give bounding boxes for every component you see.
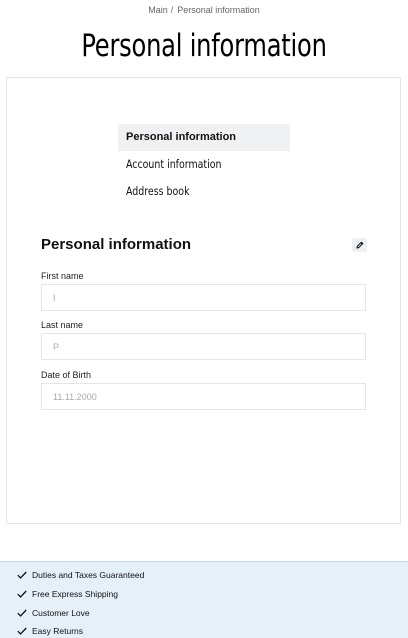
breadcrumb-separator: / (170, 5, 174, 15)
check-icon (17, 571, 27, 580)
perk-item: Customer Love (0, 603, 408, 622)
perk-label: Easy Returns (32, 626, 84, 637)
perk-item: Duties and Taxes Guaranteed (0, 566, 408, 585)
nav-item-label: Account information (126, 157, 222, 171)
first-name-field[interactable] (41, 284, 366, 311)
account-card: Personal information Account information… (6, 77, 401, 524)
nav-item-label: Address book (126, 184, 190, 198)
nav-item-address-book[interactable]: Address book (118, 178, 290, 205)
pencil-icon (355, 241, 363, 249)
breadcrumb-home-link[interactable]: Main (148, 5, 168, 15)
check-icon (17, 590, 27, 598)
perk-item: Free Express Shipping (0, 585, 408, 604)
date-of-birth-field[interactable] (41, 383, 366, 410)
last-name-label: Last name (41, 320, 84, 330)
section-title: Personal information (41, 236, 192, 253)
check-icon (17, 609, 27, 617)
nav-item-personal-information[interactable]: Personal information (118, 124, 290, 151)
check-icon (17, 627, 27, 636)
breadcrumb-current: Personal information (177, 5, 260, 15)
perk-label: Duties and Taxes Guaranteed (32, 570, 145, 581)
edit-button[interactable] (352, 238, 367, 252)
nav-item-label: Personal information (126, 131, 237, 143)
perks-banner: Duties and Taxes Guaranteed Free Express… (0, 561, 408, 638)
last-name-field[interactable] (41, 333, 366, 360)
perk-label: Free Express Shipping (32, 589, 118, 600)
perk-label: Customer Love (32, 607, 90, 618)
date-of-birth-label: Date of Birth (41, 370, 92, 380)
account-side-nav: Personal information Account information… (118, 124, 290, 205)
breadcrumb: Main / Personal information (0, 5, 408, 15)
perk-item: Easy Returns (0, 622, 408, 638)
nav-item-account-information[interactable]: Account information (118, 151, 290, 178)
page-title: Personal information (81, 28, 327, 64)
first-name-label: First name (41, 271, 84, 281)
